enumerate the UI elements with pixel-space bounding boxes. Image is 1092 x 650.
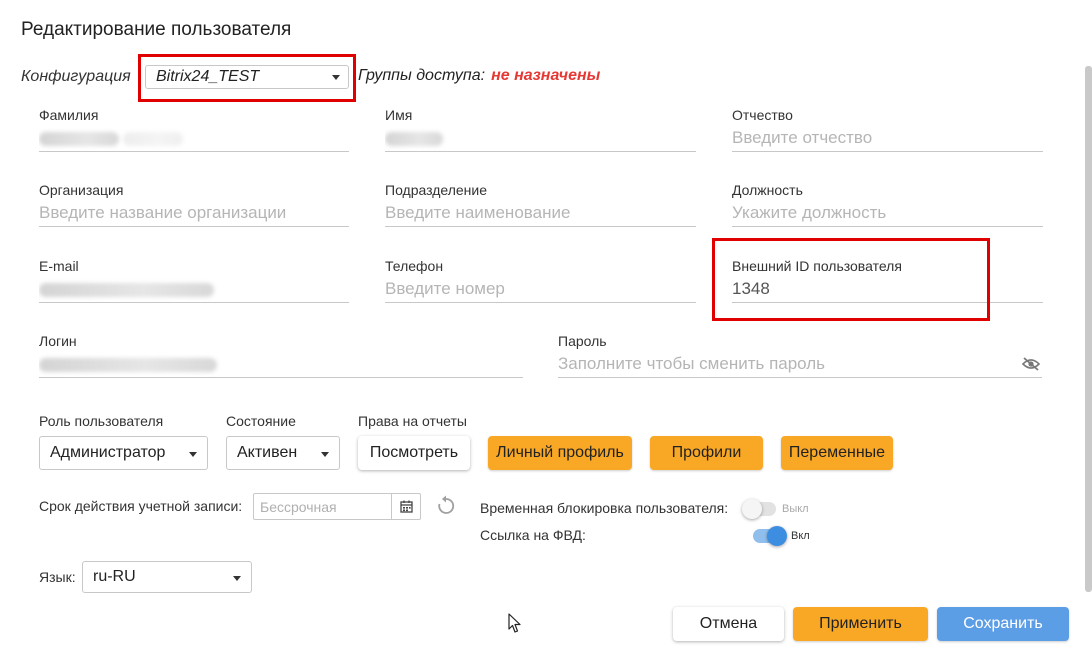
expiry-label: Срок действия учетной записи: — [39, 498, 243, 514]
state-value: Активен — [237, 444, 298, 461]
password-field[interactable]: Пароль Заполните чтобы сменить пароль — [558, 333, 1042, 378]
language-select[interactable]: ru-RU — [82, 561, 252, 593]
login-label: Логин — [39, 333, 77, 349]
external-id-label: Внешний ID пользователя — [732, 258, 902, 274]
redacted-value — [39, 283, 214, 297]
patronymic-input[interactable]: Введите отчество — [732, 127, 1043, 152]
state-label: Состояние — [226, 413, 296, 429]
email-field[interactable]: E-mail — [39, 258, 349, 303]
config-row: Конфигурация Bitrix24_TEST Группы доступ… — [21, 65, 600, 89]
chevron-down-icon — [189, 452, 197, 457]
mouse-cursor-icon — [508, 613, 522, 639]
language-value: ru-RU — [93, 568, 136, 585]
position-input[interactable]: Укажите должность — [732, 202, 1043, 227]
chevron-down-icon — [332, 75, 340, 80]
organization-label: Организация — [39, 182, 124, 198]
department-label: Подразделение — [385, 182, 488, 198]
organization-field[interactable]: Организация Введите название организации — [39, 182, 349, 227]
last-name-label: Фамилия — [39, 107, 99, 123]
patronymic-label: Отчество — [732, 107, 793, 123]
scrollbar[interactable] — [1085, 66, 1092, 592]
state-select[interactable]: Активен — [226, 436, 340, 470]
department-field[interactable]: Подразделение Введите наименование — [385, 182, 696, 227]
first-name-label: Имя — [385, 107, 413, 123]
variables-button[interactable]: Переменные — [781, 436, 893, 470]
login-input[interactable] — [39, 353, 523, 378]
personal-profile-button[interactable]: Личный профиль — [488, 436, 632, 470]
temp-block-toggle[interactable] — [742, 499, 776, 519]
department-input[interactable]: Введите наименование — [385, 202, 696, 227]
role-select[interactable]: Администратор — [39, 436, 208, 470]
cancel-button[interactable]: Отмена — [673, 607, 784, 641]
language-label: Язык: — [39, 569, 76, 585]
external-id-field[interactable]: Внешний ID пользователя 1348 — [732, 258, 1043, 303]
temp-block-label: Временная блокировка пользователя: — [480, 500, 729, 516]
calendar-icon[interactable] — [391, 494, 420, 519]
phone-field[interactable]: Телефон Введите номер — [385, 258, 696, 303]
config-value: Bitrix24_TEST — [156, 68, 260, 85]
redacted-value — [39, 132, 119, 146]
login-field[interactable]: Логин — [39, 333, 523, 378]
expiry-placeholder: Бессрочная — [260, 499, 337, 515]
organization-input[interactable]: Введите название организации — [39, 202, 349, 227]
redacted-value — [39, 358, 217, 372]
save-button[interactable]: Сохранить — [937, 607, 1069, 641]
chevron-down-icon — [321, 452, 329, 457]
fvd-link-state: Вкл — [791, 530, 810, 542]
expiry-input[interactable]: Бессрочная — [253, 493, 421, 520]
page-title: Редактирование пользователя — [21, 19, 292, 40]
temp-block-state: Выкл — [782, 503, 809, 515]
view-reports-button[interactable]: Посмотреть — [358, 436, 470, 470]
email-input[interactable] — [39, 278, 349, 303]
reset-icon[interactable] — [437, 495, 455, 521]
config-label: Конфигурация — [21, 68, 131, 85]
first-name-field[interactable]: Имя — [385, 107, 696, 152]
position-field[interactable]: Должность Укажите должность — [732, 182, 1043, 227]
email-label: E-mail — [39, 258, 79, 274]
fvd-link-label: Ссылка на ФВД: — [480, 527, 586, 543]
eye-off-icon[interactable] — [1021, 357, 1041, 374]
toggle-knob — [742, 499, 762, 519]
apply-button[interactable]: Применить — [793, 607, 928, 641]
config-select[interactable]: Bitrix24_TEST — [145, 65, 349, 89]
phone-label: Телефон — [385, 258, 444, 274]
patronymic-field[interactable]: Отчество Введите отчество — [732, 107, 1043, 152]
profiles-button[interactable]: Профили — [650, 436, 763, 470]
groups-label: Группы доступа: — [358, 67, 486, 84]
toggle-knob — [767, 526, 787, 546]
role-value: Администратор — [50, 444, 166, 461]
reports-label: Права на отчеты — [358, 413, 467, 429]
access-groups: Группы доступа: не назначены — [358, 67, 600, 85]
last-name-field[interactable]: Фамилия — [39, 107, 349, 152]
position-label: Должность — [732, 182, 803, 198]
first-name-input[interactable] — [385, 127, 696, 152]
chevron-down-icon — [233, 576, 241, 581]
last-name-input[interactable] — [39, 127, 349, 152]
redacted-value — [385, 132, 443, 146]
password-input[interactable]: Заполните чтобы сменить пароль — [558, 353, 1042, 378]
external-id-input[interactable]: 1348 — [732, 278, 1043, 303]
fvd-link-toggle[interactable] — [753, 526, 787, 546]
groups-value: не назначены — [491, 67, 601, 84]
role-label: Роль пользователя — [39, 413, 164, 429]
password-label: Пароль — [558, 333, 607, 349]
phone-input[interactable]: Введите номер — [385, 278, 696, 303]
